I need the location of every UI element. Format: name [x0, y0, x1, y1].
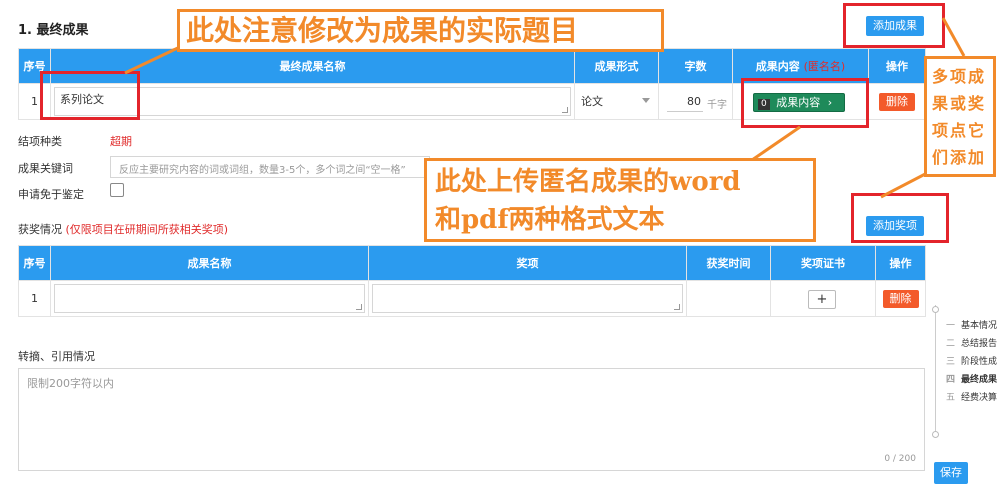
arrow-line [751, 125, 801, 162]
arrow-line [941, 17, 966, 57]
annotation-upload-note: 此处上传匿名成果的word 和pdf两种格式文本 [424, 158, 816, 242]
annotation-title-note: 此处注意修改为成果的实际题目 [177, 9, 664, 52]
arrow-line [124, 44, 183, 75]
annotation-upload-line2: 和pdf两种格式文本 [435, 205, 665, 235]
annotation-upload-line1: 此处上传匿名成果的word [435, 167, 741, 197]
annotation-multi-note: 多项成果或奖项点它们添加 [924, 56, 996, 177]
annotation-arrows [124, 17, 966, 199]
